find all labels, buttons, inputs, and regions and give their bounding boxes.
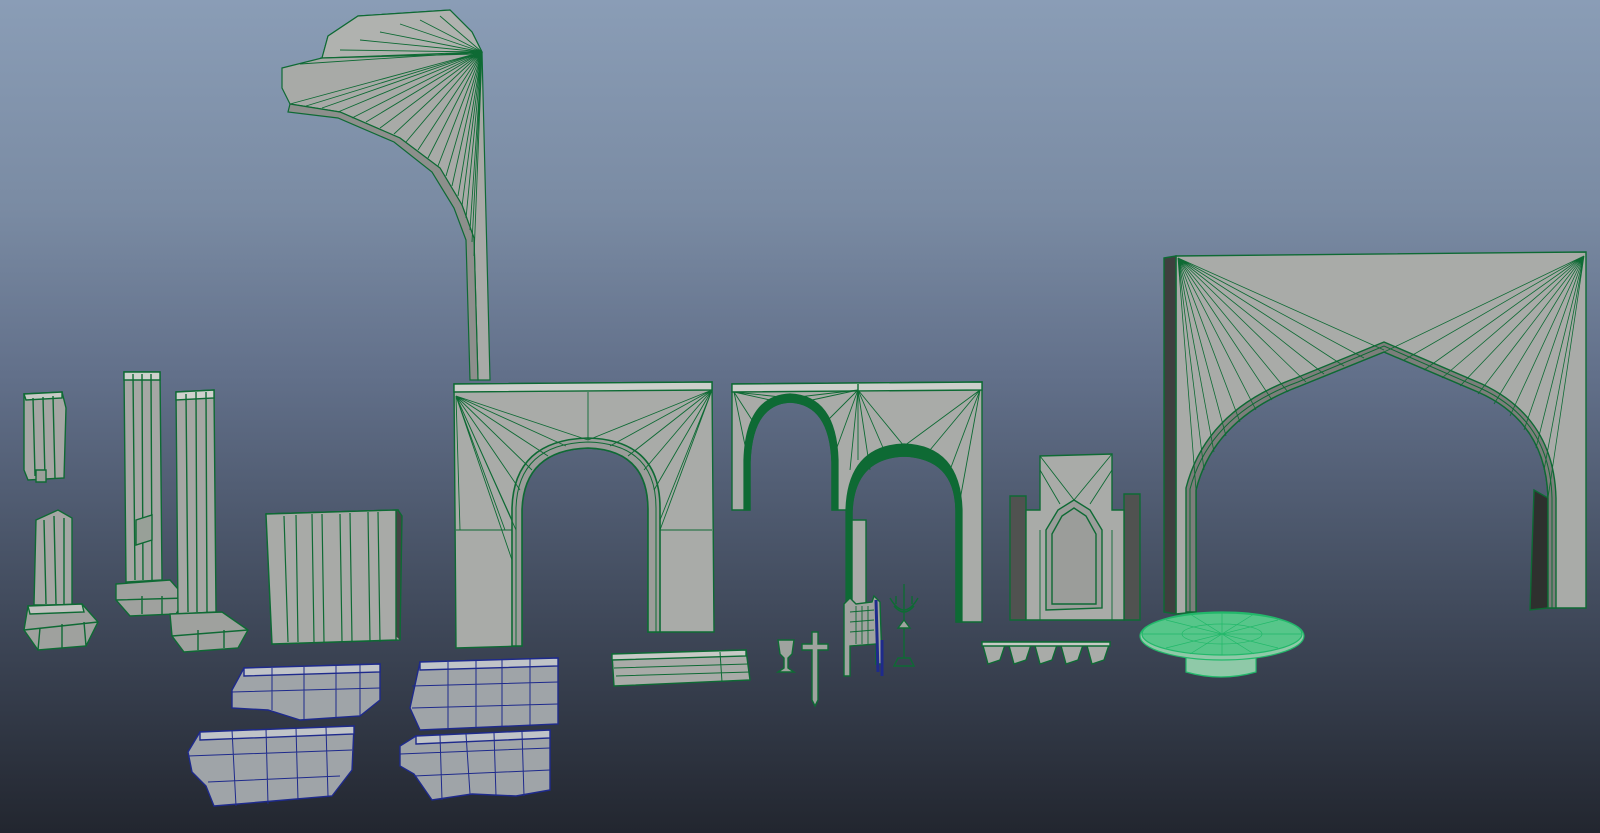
floor-tile-set-4[interactable]: [399, 729, 551, 801]
broken-column-small[interactable]: [23, 391, 67, 483]
goblet[interactable]: [775, 639, 797, 673]
maya-viewport[interactable]: [0, 0, 1600, 833]
candelabra[interactable]: [889, 584, 919, 667]
throne-chair[interactable]: [843, 594, 884, 677]
floor-tile-set-1[interactable]: [231, 663, 381, 721]
round-table[interactable]: [1139, 611, 1305, 678]
broken-column-base[interactable]: [23, 509, 99, 651]
column-tall-right[interactable]: [169, 389, 249, 653]
niche-window[interactable]: [1009, 453, 1141, 621]
floor-tile-set-2[interactable]: [187, 725, 355, 807]
curved-ceiling-piece[interactable]: [281, 9, 491, 381]
pointed-arch-wall[interactable]: [1163, 251, 1587, 615]
sword[interactable]: [801, 631, 829, 708]
wall-block[interactable]: [265, 509, 403, 645]
bowl-row[interactable]: [981, 641, 1111, 665]
arch-wall-large[interactable]: [453, 381, 715, 649]
stair-slab[interactable]: [611, 649, 751, 687]
double-arch-wall[interactable]: [731, 381, 983, 625]
floor-tile-set-3[interactable]: [409, 657, 559, 731]
floor-tiles[interactable]: [187, 657, 559, 807]
scene-canvas[interactable]: [0, 0, 1600, 833]
